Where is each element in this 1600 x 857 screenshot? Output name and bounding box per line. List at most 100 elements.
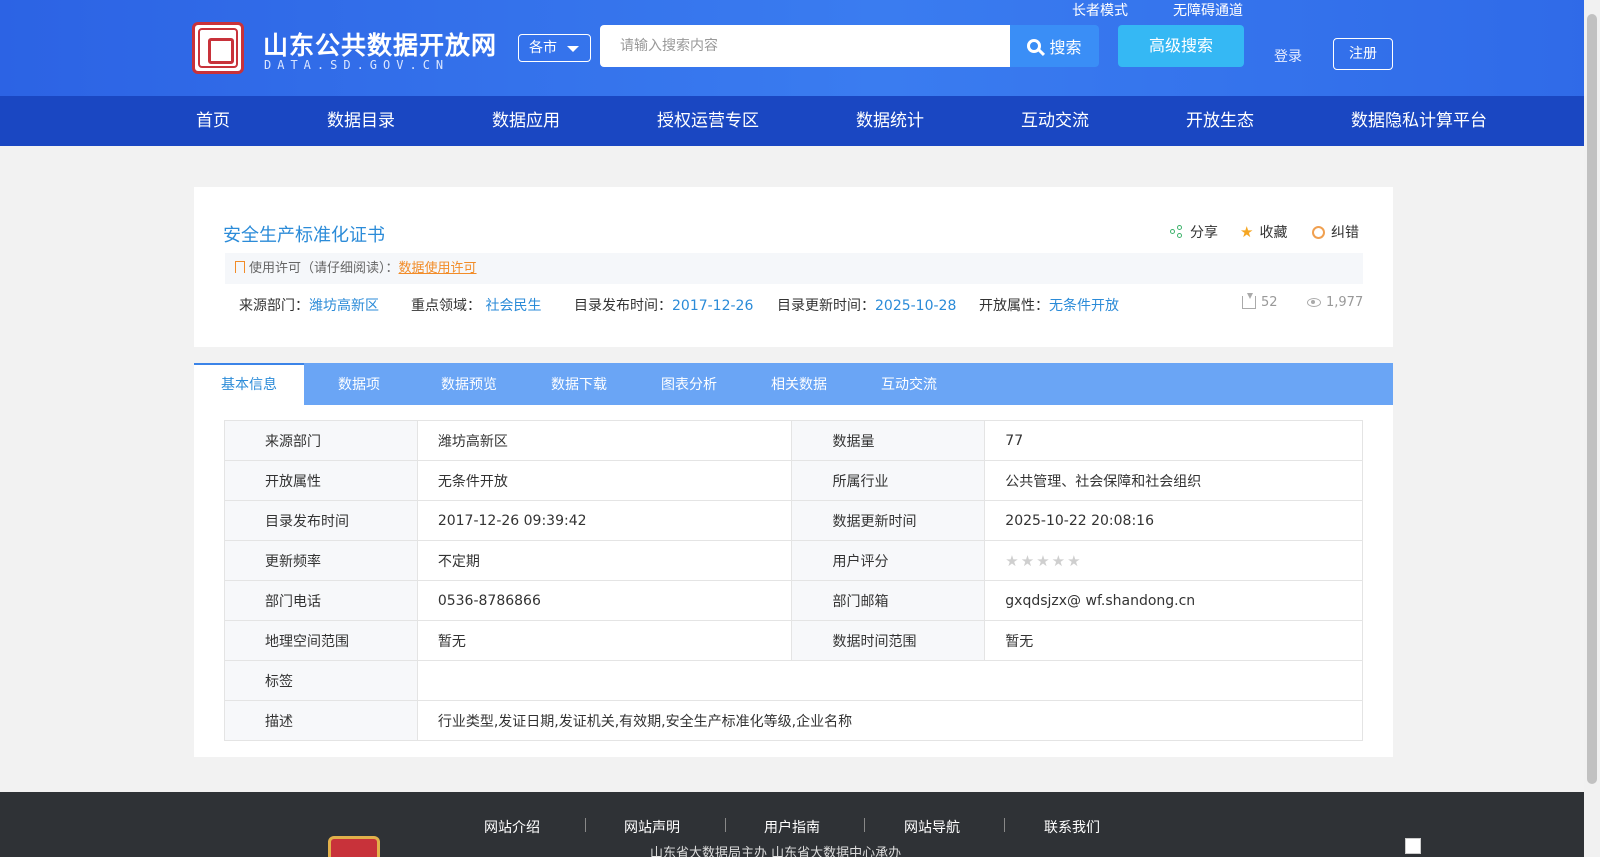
tab-data-download[interactable]: 数据下载 — [524, 363, 634, 405]
license-bar: 使用许可（请仔细阅读）：数据使用许可 — [225, 253, 1363, 284]
site-domain: DATA.SD.GOV.CN — [264, 58, 450, 72]
field-label: 地理空间范围 — [224, 620, 418, 661]
nav-item-ecosystem[interactable]: 开放生态 — [1186, 96, 1254, 146]
share-label: 分享 — [1190, 225, 1218, 241]
scrollbar-thumb[interactable] — [1587, 14, 1597, 784]
search-button[interactable]: 搜索 — [1010, 25, 1099, 67]
field-label: 部门邮箱 — [791, 580, 986, 621]
meta-source-dept: 来源部门：潍坊高新区 — [239, 298, 379, 314]
field-label: 用户评分 — [791, 540, 986, 581]
register-button[interactable]: 注册 — [1333, 38, 1393, 70]
field-value: 0536-8786866 — [416, 580, 793, 621]
view-count: 1,977 — [1307, 295, 1363, 310]
tab-data-items[interactable]: 数据项 — [304, 363, 414, 405]
report-error-action[interactable]: 纠错 — [1312, 222, 1359, 242]
meta-key-field-value[interactable]: 社会民生 — [485, 298, 541, 314]
meta-source-dept-value[interactable]: 潍坊高新区 — [309, 298, 379, 314]
footer-link-contact[interactable]: 联系我们 — [1044, 817, 1100, 837]
main-nav: 首页 数据目录 数据应用 授权运营专区 数据统计 互动交流 开放生态 数据隐私计… — [0, 96, 1600, 146]
field-value: 2025-10-22 20:08:16 — [984, 500, 1363, 541]
advanced-search-button[interactable]: 高级搜索 — [1118, 25, 1244, 67]
tab-data-preview[interactable]: 数据预览 — [414, 363, 524, 405]
login-link[interactable]: 登录 — [1274, 46, 1302, 66]
nav-item-authorized-ops[interactable]: 授权运营专区 — [657, 96, 759, 146]
search-input[interactable]: 请输入搜索内容 — [600, 25, 1010, 67]
footer-divider — [1004, 818, 1005, 832]
star-icon[interactable]: ★★★★★ — [1005, 552, 1082, 570]
star-icon: ★ — [1240, 222, 1254, 241]
footer-link-sitemap[interactable]: 网站导航 — [904, 817, 960, 837]
field-value: 暂无 — [416, 620, 793, 661]
page-scrollbar[interactable] — [1584, 0, 1600, 857]
field-label: 开放属性 — [224, 460, 418, 501]
license-link[interactable]: 数据使用许可 — [399, 261, 477, 276]
tab-interaction[interactable]: 互动交流 — [854, 363, 964, 405]
rating-stars[interactable]: ★★★★★ — [984, 540, 1363, 581]
field-value: 无条件开放 — [416, 460, 793, 501]
meta-update-date: 目录更新时间：2025-10-28 — [777, 298, 957, 314]
field-label: 所属行业 — [791, 460, 986, 501]
footer-divider — [725, 818, 726, 832]
nav-item-privacy-computing[interactable]: 数据隐私计算平台 — [1351, 96, 1487, 146]
favorite-label: 收藏 — [1259, 225, 1288, 241]
bookmark-icon — [235, 261, 245, 273]
nav-item-interaction[interactable]: 互动交流 — [1021, 96, 1089, 146]
tags-value — [416, 660, 1364, 701]
broken-image-icon — [1405, 838, 1421, 854]
nav-item-statistics[interactable]: 数据统计 — [856, 96, 924, 146]
meta-update-date-value: 2025-10-28 — [875, 298, 957, 314]
site-title[interactable]: 山东公共数据开放网 — [263, 26, 497, 62]
field-label: 标签 — [224, 660, 418, 701]
field-value: 公共管理、社会保障和社会组织 — [984, 460, 1363, 501]
city-select[interactable]: 各市 — [518, 34, 591, 62]
tab-chart-analysis[interactable]: 图表分析 — [634, 363, 744, 405]
field-value: gxqdsjzx@ wf.shandong.cn — [984, 580, 1363, 621]
chevron-down-icon — [567, 46, 579, 52]
footer-link-statement[interactable]: 网站声明 — [624, 817, 680, 837]
nav-item-home[interactable]: 首页 — [196, 96, 230, 146]
meta-open-attr-value: 无条件开放 — [1049, 298, 1119, 314]
field-value: 暂无 — [984, 620, 1363, 661]
meta-key-field: 重点领域： 社会民生 — [411, 298, 542, 314]
footer-emblem — [328, 836, 380, 857]
meta-open-attr: 开放属性：无条件开放 — [979, 298, 1119, 314]
dataset-title: 安全生产标准化证书 — [223, 225, 385, 246]
footer-link-guide[interactable]: 用户指南 — [764, 817, 820, 837]
tab-basic-info[interactable]: 基本信息 — [194, 363, 304, 405]
site-logo-seal[interactable] — [192, 22, 244, 74]
field-value: 潍坊高新区 — [416, 420, 793, 461]
footer-sponsor: 山东省大数据局主办 山东省大数据中心承办 — [650, 846, 902, 857]
site-footer: 网站介绍 网站声明 用户指南 网站导航 联系我们 山东省大数据局主办 山东省大数… — [0, 792, 1584, 857]
elder-mode-link[interactable]: 长者模式 — [1072, 0, 1128, 20]
table-row: 开放属性 无条件开放 所属行业 公共管理、社会保障和社会组织 — [224, 460, 1363, 501]
report-error-icon — [1312, 225, 1325, 239]
favorite-action[interactable]: ★ 收藏 — [1240, 222, 1287, 242]
field-label: 数据量 — [791, 420, 986, 461]
site-header: 山东公共数据开放网 DATA.SD.GOV.CN 长者模式 无障碍通道 各市 请… — [0, 0, 1600, 96]
eye-icon — [1307, 298, 1321, 307]
field-value: 77 — [984, 420, 1363, 461]
accessibility-link[interactable]: 无障碍通道 — [1173, 0, 1243, 20]
nav-item-catalog[interactable]: 数据目录 — [327, 96, 395, 146]
search-icon — [1027, 39, 1042, 53]
field-value: 不定期 — [416, 540, 793, 581]
download-count: 52 — [1242, 293, 1278, 310]
tab-related-data[interactable]: 相关数据 — [744, 363, 854, 405]
table-row: 目录发布时间 2017-12-26 09:39:42 数据更新时间 2025-1… — [224, 500, 1363, 541]
field-label: 部门电话 — [224, 580, 418, 621]
download-icon — [1242, 293, 1256, 309]
field-label: 数据更新时间 — [791, 500, 986, 541]
footer-divider — [864, 818, 865, 832]
field-value: 2017-12-26 09:39:42 — [416, 500, 793, 541]
table-row: 描述 行业类型,发证日期,发证机关,有效期,安全生产标准化等级,企业名称 — [224, 700, 1364, 741]
meta-publish-date: 目录发布时间：2017-12-26 — [574, 298, 754, 314]
nav-item-apps[interactable]: 数据应用 — [492, 96, 560, 146]
license-prefix: 使用许可（请仔细阅读）： — [249, 261, 399, 276]
field-label: 来源部门 — [224, 420, 418, 461]
share-action[interactable]: 分享 — [1170, 222, 1218, 242]
table-row: 更新频率 不定期 用户评分 ★★★★★ — [224, 540, 1363, 581]
field-label: 更新频率 — [224, 540, 418, 581]
share-icon — [1170, 225, 1184, 239]
footer-link-about[interactable]: 网站介绍 — [484, 817, 540, 837]
table-row: 地理空间范围 暂无 数据时间范围 暂无 — [224, 620, 1363, 661]
